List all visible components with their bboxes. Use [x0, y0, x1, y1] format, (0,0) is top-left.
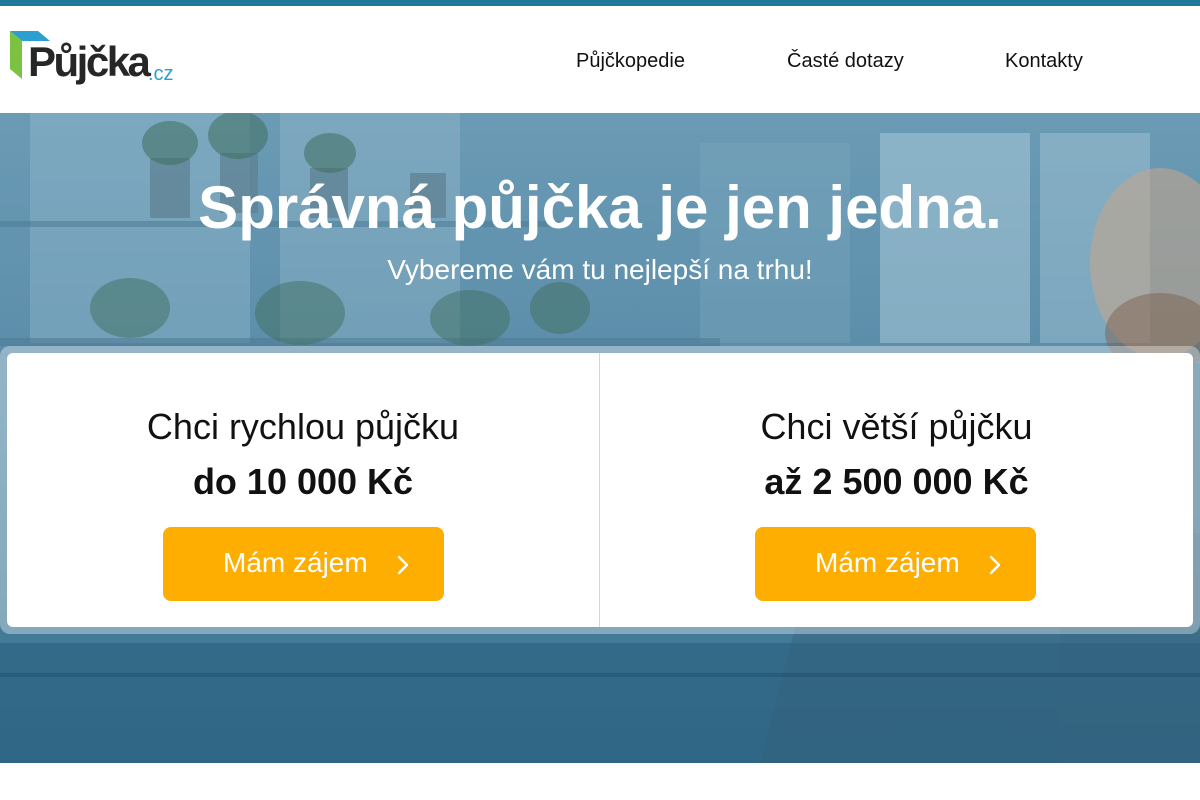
hero-title: Správná půjčka je jen jedna.: [198, 174, 1002, 241]
interest-button-quick[interactable]: Mám zájem: [163, 527, 444, 601]
offer-title: Chci rychlou půjčku: [146, 406, 460, 447]
chevron-right-icon: [397, 555, 409, 575]
main-nav: Půjčkopedie Časté dotazy Kontakty: [0, 6, 1200, 113]
offer-amount: do 10 000 Kč: [192, 461, 414, 502]
button-label: Mám zájem: [223, 547, 368, 578]
chevron-right-icon: [989, 555, 1001, 575]
button-label: Mám zájem: [815, 547, 960, 578]
offer-cards: Chci rychlou půjčku do 10 000 Kč Mám záj…: [7, 353, 1193, 627]
offer-cards-frame: Chci rychlou půjčku do 10 000 Kč Mám záj…: [0, 346, 1200, 634]
hero-subtitle: Vybereme vám tu nejlepší na trhu!: [387, 254, 813, 285]
offer-title: Chci větší půjčku: [760, 406, 1033, 447]
nav-link-kontakty[interactable]: Kontakty: [1005, 51, 1083, 71]
site-header: Půjčka .cz Půjčkopedie Časté dotazy Kont…: [0, 6, 1200, 113]
offer-amount: až 2 500 000 Kč: [764, 461, 1029, 502]
nav-link-pujckopedie[interactable]: Půjčkopedie: [576, 51, 685, 71]
nav-link-caste-dotazy[interactable]: Časté dotazy: [787, 51, 904, 71]
offer-card-quick: Chci rychlou půjčku do 10 000 Kč Mám záj…: [7, 353, 600, 627]
interest-button-large[interactable]: Mám zájem: [755, 527, 1036, 601]
hero-section: Správná půjčka je jen jedna. Vybereme vá…: [0, 113, 1200, 763]
offer-card-large: Chci větší půjčku až 2 500 000 Kč Mám zá…: [600, 353, 1193, 627]
